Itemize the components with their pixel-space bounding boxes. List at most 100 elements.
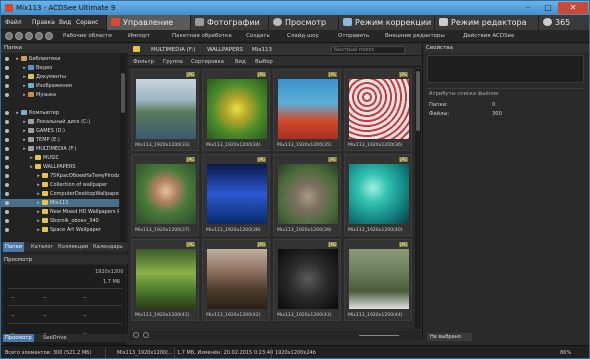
tab-preview[interactable]: Просмотр [3,334,34,342]
tree-item[interactable]: ▸ Sbornik_oboev_340 [1,217,119,225]
tree-item[interactable]: ▸ ComputerDesktopWallpapersC [1,190,119,198]
tree-item[interactable]: ▸ MULTIMEDIA (F:) [1,145,119,153]
thumbnail-item[interactable]: JPG Mix113_1920x1200(36) [344,69,412,151]
toolbar-slideshow[interactable]: Слайд-шоу [287,33,319,39]
expand-arrow-icon[interactable]: ▸ [36,172,41,180]
expand-arrow-icon[interactable]: ▸ [29,163,34,171]
tab-collections[interactable]: Коллекции [56,242,90,252]
expand-arrow-icon[interactable]: ▸ [22,82,27,90]
tree-item[interactable]: ▸ Библиотеки [1,55,119,63]
quick-search-input[interactable]: Быстрый поиск [331,46,405,54]
expand-arrow-icon[interactable]: ▸ [36,181,41,189]
menu-edit[interactable]: Правка [32,19,55,26]
rotate-left-icon[interactable] [133,332,139,338]
expand-arrow-icon[interactable]: ▸ [22,64,27,72]
expand-arrow-icon[interactable]: ▸ [36,226,41,234]
grid-scroll-thumb[interactable] [416,71,420,131]
toolbar-external-editors[interactable]: Внешние редакторы [385,33,445,39]
thumbnail-item[interactable]: JPG Mix113_1920x1200(38) [202,154,270,236]
thumbnail-item[interactable]: JPG Mix113_1920x1200(43) [273,239,341,321]
tree-scrollbar[interactable] [120,53,126,241]
tree-item[interactable]: ▸ 75КрасОбоевНаТемуPiroda [1,172,119,180]
rotate-right-icon[interactable] [143,332,149,338]
thumbnail-item[interactable]: JPG Mix113_1920x1200(44) [344,239,412,321]
back-button[interactable] [5,32,13,40]
select-menu[interactable]: Выбор [255,59,273,65]
menu-file[interactable]: Файл [5,19,22,26]
up-button[interactable] [25,32,33,40]
tree-item[interactable]: ▸ TEMP (E:) [1,136,119,144]
mode-tab-edit[interactable]: Режим редактора [434,15,538,30]
thumbnail-item[interactable]: JPG Mix113_1920x1200(34) [202,69,270,151]
no-selection-tab[interactable]: Не выбрано [427,333,472,341]
expand-arrow-icon[interactable]: ▸ [36,217,41,225]
expand-arrow-icon[interactable]: ▸ [22,127,27,135]
thumbnail-item[interactable]: JPG Mix113_1920x1200(35) [273,69,341,151]
view-menu[interactable]: Вид [235,59,246,65]
toolbar-acdsee-actions[interactable]: Действия ACDSee [463,33,514,39]
expand-arrow-icon[interactable]: ▸ [22,118,27,126]
toolbar-import[interactable]: Импорт [128,33,150,39]
expand-arrow-icon[interactable]: ▸ [36,190,41,198]
toolbar-batch[interactable]: Пакетная обработка [172,33,232,39]
forward-button[interactable] [15,32,23,40]
thumbnail-item[interactable]: JPG Mix113_1920x1200(33) [131,69,199,151]
tree-item[interactable]: ▸ Музыка [1,91,119,99]
tab-catalog[interactable]: Каталог [29,242,55,252]
tree-item[interactable]: ▸ Локальный диск (C:) [1,118,119,126]
tree-item[interactable]: ▸ Документы [1,73,119,81]
breadcrumb-item[interactable]: Mix113 [252,47,272,53]
thumbnail-item[interactable]: JPG Mix113_1920x1200(37) [131,154,199,236]
group-menu[interactable]: Группа [163,59,183,65]
thumbnail-item[interactable]: JPG Mix113_1920x1200(41) [131,239,199,321]
expand-arrow-icon[interactable]: ▸ [29,154,34,162]
toolbar-send[interactable]: Отправить [338,33,369,39]
maximize-button[interactable]: □ [538,2,558,14]
expand-arrow-icon[interactable]: ▸ [22,73,27,81]
expand-arrow-icon[interactable]: ▸ [22,91,27,99]
workspaces-menu[interactable]: Рабочие области [63,33,112,39]
thumbnail-item[interactable]: JPG Mix113_1920x1200(39) [273,154,341,236]
thumbnail-item[interactable]: JPG Mix113_1920x1200(42) [202,239,270,321]
mode-tab-view[interactable]: Просмотр [268,15,338,30]
thumbnail-item[interactable]: JPG Mix113_1920x1200(40) [344,154,412,236]
tree-item[interactable]: ▸ MUSIC [1,154,119,162]
tree-item[interactable]: ▸ Mix113 [1,199,119,207]
mode-tab-develop[interactable]: Режим коррекции [338,15,434,30]
tree-item[interactable] [1,100,119,108]
expand-arrow-icon[interactable]: ▸ [36,199,41,207]
menu-view[interactable]: Вид [59,19,71,26]
zoom-slider[interactable] [359,335,399,336]
tree-item[interactable]: ▸ Space Art Wallpaper [1,226,119,234]
tree-scroll-thumb[interactable] [121,73,125,113]
mode-tab-photos[interactable]: Фотографии [190,15,268,30]
expand-arrow-icon[interactable]: ▸ [15,55,20,63]
close-button[interactable]: ✕ [558,2,588,14]
tree-item[interactable]: ▸ New Mixed HD Wallpapers Pa [1,208,119,216]
tree-item[interactable]: ▸ Изображения [1,82,119,90]
expand-arrow-icon[interactable]: ▸ [36,208,41,216]
tree-item[interactable]: ▸ Компьютер [1,109,119,117]
home-button[interactable] [45,32,53,40]
expand-arrow-icon[interactable]: ▸ [22,145,27,153]
mode-tab-manage[interactable]: Управление [106,15,190,30]
tree-item[interactable]: ▸ WALLPAPERS [1,163,119,171]
minimize-button[interactable]: – [518,2,538,14]
expand-arrow-icon[interactable]: ▸ [22,136,27,144]
menu-tools[interactable]: Сервис [76,19,98,26]
filter-menu[interactable]: Фильтр [133,59,154,65]
tab-seedrive[interactable]: SeeDrive [41,334,69,342]
tree-item[interactable]: ▸ Collection of wallpaper [1,181,119,189]
breadcrumb-item[interactable]: MULTIMEDIA (F:) [151,47,196,53]
sort-menu[interactable]: Сортировка [191,59,224,65]
tab-calendar[interactable]: Календарь [91,242,125,252]
refresh-button[interactable] [35,32,43,40]
tree-item[interactable]: ▸ Видео [1,64,119,72]
mode-tab-365[interactable]: 365 [538,15,589,30]
tree-item[interactable]: ▸ GAMES (D:) [1,127,119,135]
breadcrumb-item[interactable]: WALLPAPERS [207,47,243,53]
grid-scrollbar[interactable] [415,69,421,329]
expand-arrow-icon[interactable]: ▸ [15,109,20,117]
toolbar-create[interactable]: Создать [246,33,270,39]
tab-folders[interactable]: Папки [3,242,24,252]
